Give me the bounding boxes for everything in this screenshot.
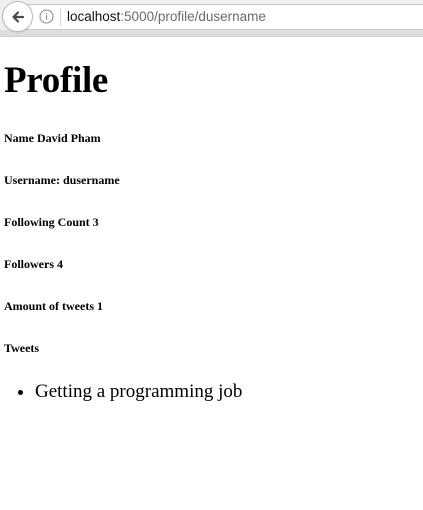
tweet-amount-field: Amount of tweets 1 — [4, 299, 103, 313]
url-path: :5000/profile/dusername — [120, 9, 266, 24]
page-title: Profile — [4, 60, 109, 101]
tweets-heading: Tweets — [4, 341, 40, 355]
toolbar-divider — [0, 30, 423, 36]
url-text[interactable]: localhost:5000/profile/dusername — [67, 9, 266, 25]
followers-field: Followers 4 — [4, 257, 63, 271]
back-button[interactable] — [2, 1, 33, 32]
info-icon[interactable] — [39, 9, 54, 24]
url-host: localhost — [67, 9, 121, 24]
username-field: Username: dusername — [4, 173, 120, 187]
tweet-item: Getting a programming job — [35, 380, 242, 404]
back-arrow-icon — [11, 10, 24, 23]
tweet-list: Getting a programming job — [0, 380, 242, 404]
page-content: Profile — [0, 59, 423, 103]
following-count-field: Following Count 3 — [4, 215, 99, 229]
url-divider — [60, 8, 61, 26]
name-field: Name David Pham — [4, 131, 101, 145]
browser-toolbar: localhost:5000/profile/dusername — [0, 0, 423, 37]
